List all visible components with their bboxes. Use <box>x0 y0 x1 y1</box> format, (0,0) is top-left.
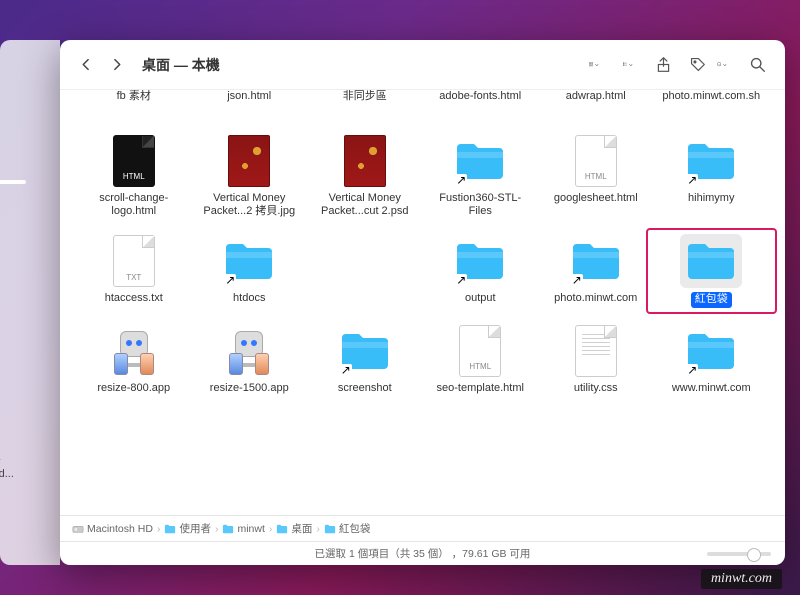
file-item[interactable]: ↗photo.minwt.com <box>540 234 652 307</box>
file-label: Vertical Money Packet...2 拷貝.jpg <box>199 192 299 218</box>
file-label: www.minwt.com <box>672 382 751 395</box>
path-segment-label: 紅包袋 <box>339 521 371 536</box>
file-label: output <box>465 292 496 305</box>
file-label: screenshot <box>338 382 392 395</box>
view-mode-button[interactable] <box>589 61 599 69</box>
tag-button[interactable] <box>683 53 711 77</box>
window-title: 桌面 — 本機 <box>142 55 220 75</box>
sidebar-item[interactable]: older <box>0 456 14 468</box>
file-item[interactable]: resize-800.app <box>78 324 190 395</box>
file-item[interactable]: photo.minwt.com.sh <box>656 90 768 120</box>
finder-window: 桌面 — 本機 <box>60 40 785 565</box>
path-segment-label: minwt <box>237 523 264 535</box>
path-segment[interactable]: minwt <box>222 523 264 535</box>
file-label: htaccess.txt <box>105 292 163 305</box>
more-actions-button[interactable] <box>717 61 727 69</box>
chevron-down-icon <box>595 61 599 69</box>
path-segment[interactable]: 桌面 <box>276 521 312 536</box>
path-segment[interactable]: 使用者 <box>164 521 211 536</box>
file-item[interactable]: HTMLseo-template.html <box>425 324 537 395</box>
file-label: adobe-fonts.html <box>439 90 521 103</box>
file-item[interactable]: ↗htdocs <box>194 234 306 307</box>
share-button[interactable] <box>649 53 677 77</box>
sidebar-tag <box>0 180 26 184</box>
file-grid-area[interactable]: fb 素材 json.html 非同步區 adobe-fonts.html adwrap… <box>60 90 785 515</box>
path-segment[interactable]: 紅包袋 <box>324 521 371 536</box>
sidebar-item[interactable]: Cloud... <box>0 468 14 480</box>
file-item[interactable]: adwrap.html <box>540 90 652 120</box>
file-label: googlesheet.html <box>554 192 638 205</box>
file-item[interactable]: fb 素材 <box>78 90 190 120</box>
chevron-down-icon <box>723 61 727 69</box>
toolbar: 桌面 — 本機 <box>60 40 785 90</box>
chevron-down-icon <box>629 61 633 69</box>
file-label: adwrap.html <box>566 90 626 103</box>
group-by-button[interactable] <box>623 61 633 69</box>
path-segment[interactable]: Macintosh HD <box>72 523 153 535</box>
sidebar-item[interactable]: nc <box>0 314 6 326</box>
file-item[interactable]: json.html <box>194 90 306 120</box>
file-label: resize-800.app <box>97 382 170 395</box>
file-item[interactable]: Vertical Money Packet...2 拷貝.jpg <box>194 134 306 218</box>
group-icon <box>623 62 627 66</box>
file-label: htdocs <box>233 292 265 305</box>
path-separator: › <box>269 523 273 535</box>
status-bar: 已選取 1 個項目（共 35 個） ，79.61 GB 可用 <box>60 541 785 565</box>
file-label: 非同步區 <box>343 90 387 103</box>
path-separator: › <box>157 523 161 535</box>
status-text: 已選取 1 個項目（共 35 個） ，79.61 GB 可用 <box>315 546 531 561</box>
file-label: Fustion360-STL-Files <box>430 192 530 218</box>
file-label: resize-1500.app <box>210 382 289 395</box>
file-item[interactable]: 紅包袋 <box>656 234 768 307</box>
file-item[interactable]: utility.css <box>540 324 652 395</box>
path-separator: › <box>316 523 320 535</box>
file-item[interactable]: ↗output <box>425 234 537 307</box>
file-item[interactable]: ↗screenshot <box>309 324 421 395</box>
file-item[interactable]: HTMLscroll-change-logo.html <box>78 134 190 218</box>
file-item[interactable]: ↗hihimymy <box>656 134 768 218</box>
sidebar-peek: nc older Cloud... <box>0 40 60 565</box>
tag-icon <box>689 56 706 73</box>
grid-icon <box>589 62 593 66</box>
search-button[interactable] <box>743 53 771 77</box>
file-label: Vertical Money Packet...cut 2.psd <box>315 192 415 218</box>
file-item[interactable]: resize-1500.app <box>194 324 306 395</box>
file-label: utility.css <box>574 382 618 395</box>
icon-size-slider[interactable] <box>707 552 771 556</box>
chevron-left-icon <box>80 58 93 71</box>
path-segment-label: 桌面 <box>291 521 312 536</box>
share-icon <box>655 56 672 73</box>
path-separator: › <box>215 523 219 535</box>
chevron-right-icon <box>110 58 123 71</box>
path-segment-label: Macintosh HD <box>87 523 153 535</box>
search-icon <box>749 56 766 73</box>
file-item[interactable]: ↗www.minwt.com <box>656 324 768 395</box>
forward-button[interactable] <box>104 53 128 77</box>
file-label: json.html <box>227 90 271 103</box>
file-label: hihimymy <box>688 192 734 205</box>
path-bar: Macintosh HD › 使用者 › minwt › 桌面 › 紅包袋 <box>60 515 785 541</box>
file-item[interactable]: HTMLgooglesheet.html <box>540 134 652 218</box>
file-item[interactable]: adobe-fonts.html <box>425 90 537 120</box>
file-label: fb 素材 <box>117 90 151 103</box>
file-item[interactable]: ↗Fustion360-STL-Files <box>425 134 537 218</box>
file-label: photo.minwt.com <box>554 292 637 305</box>
path-segment-label: 使用者 <box>179 521 211 536</box>
watermark: minwt.com <box>701 569 782 589</box>
file-label: photo.minwt.com.sh <box>662 90 760 103</box>
file-item[interactable]: Vertical Money Packet...cut 2.psd <box>309 134 421 218</box>
back-button[interactable] <box>74 53 98 77</box>
file-item[interactable]: 非同步區 <box>309 90 421 120</box>
file-label: seo-template.html <box>437 382 524 395</box>
ellipsis-circle-icon <box>717 62 721 66</box>
file-label: scroll-change-logo.html <box>84 192 184 218</box>
file-item[interactable]: TXThtaccess.txt <box>78 234 190 307</box>
file-label: 紅包袋 <box>691 292 732 307</box>
